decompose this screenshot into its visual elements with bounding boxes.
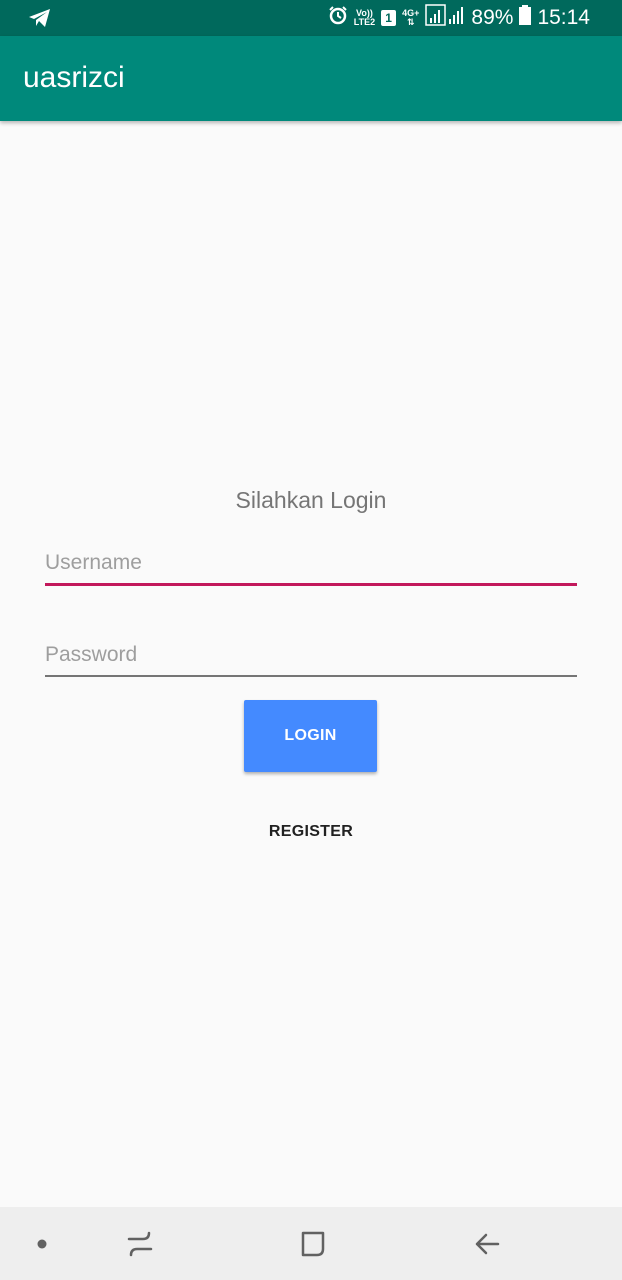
back-icon[interactable] xyxy=(460,1207,514,1280)
login-heading: Silahkan Login xyxy=(235,487,387,513)
status-bar: Vo)) LTE2 1 4G+ ⇅ 89% 15:14 xyxy=(0,0,622,36)
recent-apps-icon[interactable] xyxy=(114,1207,166,1280)
app-bar: uasrizci xyxy=(0,36,622,121)
telegram-icon xyxy=(28,7,52,29)
status-indicators: Vo)) LTE2 1 4G+ ⇅ 89% 15:14 xyxy=(328,0,590,36)
network-type-indicator: 4G+ ⇅ xyxy=(402,9,419,27)
volte-indicator: Vo)) LTE2 xyxy=(354,9,375,27)
register-button[interactable]: REGISTER xyxy=(236,808,386,856)
app-title: uasrizci xyxy=(23,61,125,94)
home-icon[interactable] xyxy=(286,1207,340,1280)
sim-slot-badge: 1 xyxy=(381,10,397,26)
dot-icon[interactable] xyxy=(26,1207,58,1280)
status-time: 15:14 xyxy=(537,6,590,29)
lte-label: LTE2 xyxy=(353,17,376,27)
alarm-icon xyxy=(328,5,348,31)
login-button[interactable]: LOGIN xyxy=(244,700,377,772)
data-arrows-icon: ⇅ xyxy=(407,17,415,27)
password-field[interactable] xyxy=(45,635,577,677)
signal-icon xyxy=(425,4,465,32)
battery-icon xyxy=(519,5,532,31)
battery-percent: 89% xyxy=(471,6,514,29)
username-field[interactable] xyxy=(45,543,577,586)
navigation-bar xyxy=(0,1207,622,1280)
